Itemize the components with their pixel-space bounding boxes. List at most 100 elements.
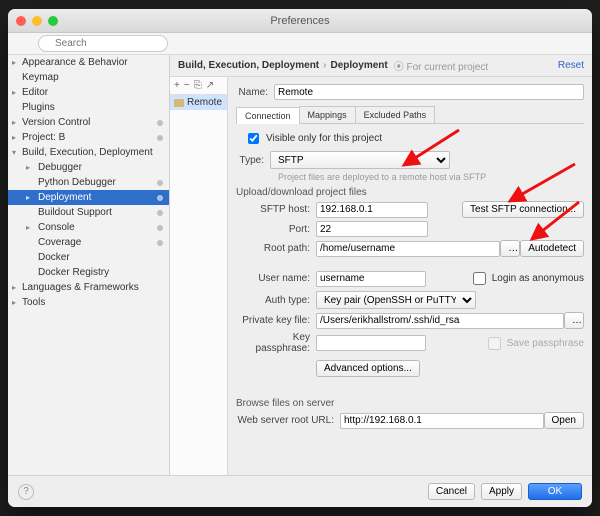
sidebar-item-label: Debugger bbox=[38, 162, 82, 173]
chevron-right-icon: ▸ bbox=[12, 88, 16, 97]
tab-excluded[interactable]: Excluded Paths bbox=[355, 106, 436, 123]
tab-connection[interactable]: Connection bbox=[236, 107, 300, 124]
anonymous-label: Login as anonymous bbox=[492, 273, 584, 284]
scope-dot-icon bbox=[157, 225, 163, 231]
sidebar-item-coverage[interactable]: Coverage bbox=[8, 235, 169, 250]
port-field[interactable] bbox=[316, 221, 428, 237]
sidebar-item-deployment[interactable]: ▸ Deployment bbox=[8, 190, 169, 205]
open-button[interactable]: Open bbox=[544, 412, 584, 429]
type-select[interactable]: SFTP bbox=[270, 151, 450, 169]
chevron-right-icon: ▸ bbox=[26, 163, 30, 172]
ok-button[interactable]: OK bbox=[528, 483, 582, 500]
add-server-icon[interactable]: + bbox=[174, 80, 180, 91]
sidebar-item-keymap[interactable]: Keymap bbox=[8, 70, 169, 85]
sidebar-item-label: Languages & Frameworks bbox=[22, 282, 139, 293]
search-input[interactable] bbox=[38, 35, 168, 52]
sidebar-item-buildout[interactable]: Buildout Support bbox=[8, 205, 169, 220]
sftp-host-field[interactable] bbox=[316, 202, 428, 218]
sidebar-item-docker-registry[interactable]: Docker Registry bbox=[8, 265, 169, 280]
tabs: Connection Mappings Excluded Paths bbox=[236, 106, 584, 124]
auth-type-label: Auth type: bbox=[236, 295, 316, 306]
root-path-label: Root path: bbox=[236, 243, 316, 254]
breadcrumb-1: Build, Execution, Deployment bbox=[178, 60, 319, 71]
breadcrumb-2: Deployment bbox=[330, 60, 387, 71]
sidebar-item-label: Buildout Support bbox=[38, 207, 112, 218]
chevron-right-icon: ▸ bbox=[26, 193, 30, 202]
remove-server-icon[interactable]: − bbox=[184, 80, 190, 91]
search-bar: 🔍 bbox=[8, 33, 592, 55]
chevron-right-icon: ▸ bbox=[12, 58, 16, 67]
help-icon[interactable]: ? bbox=[18, 484, 34, 500]
save-passphrase-checkbox[interactable] bbox=[488, 337, 501, 350]
sidebar-item-build[interactable]: ▾Build, Execution, Deployment bbox=[8, 145, 169, 160]
name-field[interactable] bbox=[274, 84, 584, 100]
sidebar-item-label: Tools bbox=[22, 297, 45, 308]
sidebar-item-label: Console bbox=[38, 222, 75, 233]
sidebar-item-tools[interactable]: ▸Tools bbox=[8, 295, 169, 310]
apply-button[interactable]: Apply bbox=[481, 483, 522, 500]
tab-mappings[interactable]: Mappings bbox=[299, 106, 356, 123]
sidebar-item-label: Coverage bbox=[38, 237, 81, 248]
passphrase-field[interactable] bbox=[316, 335, 426, 351]
scope-dot-icon bbox=[157, 195, 163, 201]
web-url-field[interactable] bbox=[340, 413, 544, 429]
private-key-field[interactable] bbox=[316, 313, 564, 329]
chevron-right-icon: ▸ bbox=[26, 223, 30, 232]
sidebar-item-label: Docker Registry bbox=[38, 267, 109, 278]
reset-link[interactable]: Reset bbox=[558, 60, 584, 71]
autodetect-button[interactable]: Autodetect bbox=[520, 240, 584, 257]
scope-dot-icon bbox=[157, 120, 163, 126]
sidebar-item-label: Docker bbox=[38, 252, 70, 263]
visible-only-checkbox[interactable] bbox=[248, 133, 259, 144]
section-upload: Upload/download project files bbox=[236, 187, 584, 198]
scope-hint-text: For current project bbox=[407, 62, 489, 73]
sidebar-item-label: Plugins bbox=[22, 102, 55, 113]
content-pane: Build, Execution, Deployment › Deploymen… bbox=[170, 55, 592, 475]
sftp-host-label: SFTP host: bbox=[236, 204, 316, 215]
name-label: Name: bbox=[236, 87, 274, 98]
sidebar-item-editor[interactable]: ▸Editor bbox=[8, 85, 169, 100]
username-field[interactable] bbox=[316, 271, 426, 287]
sidebar-item-python-debugger[interactable]: Python Debugger bbox=[8, 175, 169, 190]
server-toolbar: + − ⎘ ↗ bbox=[170, 77, 227, 95]
sidebar: ▸ Appearance & Behavior Keymap ▸Editor Pl… bbox=[8, 55, 170, 475]
advanced-options-button[interactable]: Advanced options... bbox=[316, 360, 420, 377]
sidebar-item-plugins[interactable]: Plugins bbox=[8, 100, 169, 115]
visible-only-label: Visible only for this project bbox=[266, 133, 382, 144]
copy-server-icon[interactable]: ⎘ bbox=[194, 80, 202, 91]
chevron-right-icon: › bbox=[323, 60, 326, 71]
deployment-form: Name: Connection Mappings Excluded Paths… bbox=[228, 77, 592, 475]
cancel-button[interactable]: Cancel bbox=[428, 483, 475, 500]
section-browse: Browse files on server bbox=[236, 398, 584, 409]
sidebar-item-docker[interactable]: Docker bbox=[8, 250, 169, 265]
scope-dot-icon bbox=[157, 240, 163, 246]
type-label: Type: bbox=[236, 155, 270, 166]
folder-icon bbox=[174, 99, 184, 107]
auth-type-select[interactable]: Key pair (OpenSSH or PuTTY) bbox=[316, 291, 476, 309]
sidebar-item-appearance[interactable]: ▸ Appearance & Behavior bbox=[8, 55, 169, 70]
window-title: Preferences bbox=[8, 15, 592, 27]
sidebar-item-languages[interactable]: ▸Languages & Frameworks bbox=[8, 280, 169, 295]
root-path-browse-button[interactable]: … bbox=[500, 240, 520, 257]
server-list: + − ⎘ ↗ Remote bbox=[170, 77, 228, 475]
sidebar-item-label: Deployment bbox=[38, 192, 91, 203]
sidebar-item-label: Version Control bbox=[22, 117, 90, 128]
root-path-field[interactable] bbox=[316, 241, 500, 257]
port-label: Port: bbox=[236, 224, 316, 235]
private-key-browse-button[interactable]: … bbox=[564, 312, 584, 329]
sidebar-item-debugger[interactable]: ▸ Debugger bbox=[8, 160, 169, 175]
chevron-right-icon: ▸ bbox=[12, 133, 16, 142]
sidebar-item-label: Python Debugger bbox=[38, 177, 116, 188]
sidebar-item-label: Appearance & Behavior bbox=[22, 57, 128, 68]
server-item[interactable]: Remote bbox=[170, 95, 227, 110]
anonymous-checkbox[interactable] bbox=[473, 272, 486, 285]
default-server-icon[interactable]: ↗ bbox=[206, 80, 214, 91]
save-passphrase-label: Save passphrase bbox=[507, 338, 584, 349]
sidebar-item-vcs[interactable]: ▸Version Control bbox=[8, 115, 169, 130]
sidebar-item-console[interactable]: ▸ Console bbox=[8, 220, 169, 235]
titlebar: Preferences bbox=[8, 9, 592, 33]
scope-dot-icon bbox=[157, 210, 163, 216]
passphrase-label: Key passphrase: bbox=[236, 332, 316, 354]
test-connection-button[interactable]: Test SFTP connection... bbox=[462, 201, 584, 218]
sidebar-item-project[interactable]: ▸Project: B bbox=[8, 130, 169, 145]
